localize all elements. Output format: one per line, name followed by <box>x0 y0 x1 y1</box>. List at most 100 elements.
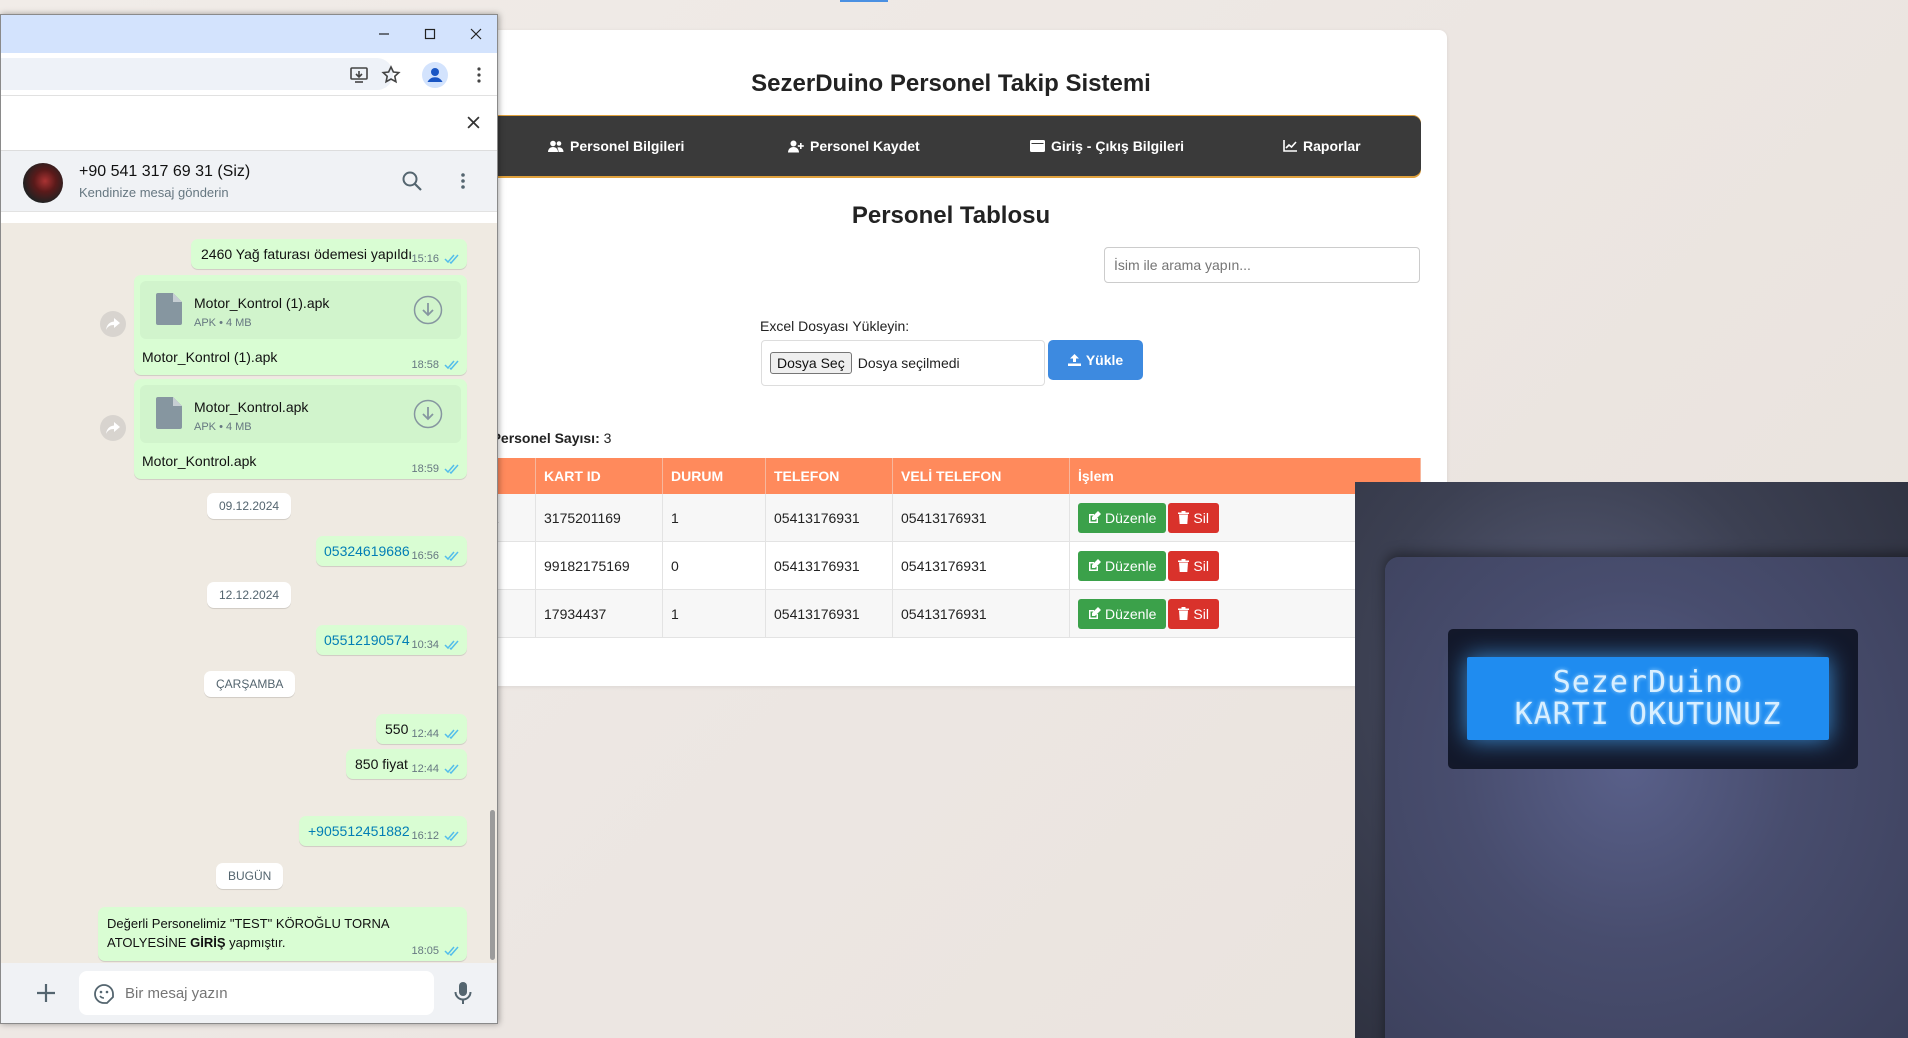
search-icon[interactable] <box>401 170 423 192</box>
close-icon <box>470 28 482 40</box>
edit-icon <box>1089 559 1101 571</box>
attach-plus-icon[interactable] <box>35 982 57 1004</box>
edit-button[interactable]: Düzenle <box>1078 598 1167 629</box>
message-text: Değerli Personelimiz "TEST" KÖROĞLU TORN… <box>107 914 390 952</box>
file-choose-button[interactable]: Dosya Seç <box>770 352 852 374</box>
message-time: 10:34 <box>411 639 439 651</box>
message-bubble[interactable]: Değerli Personelimiz "TEST" KÖROĞLU TORN… <box>98 907 467 961</box>
webcam-overlay: SezerDuino KARTI OKUTUNUZ <box>1355 482 1908 1038</box>
forward-button[interactable] <box>100 415 126 441</box>
nav-personel-kaydet[interactable]: Personel Kaydet <box>788 138 920 154</box>
upload-icon <box>1067 354 1081 366</box>
message-time: 16:12 <box>411 830 439 842</box>
scrollbar[interactable] <box>490 810 495 960</box>
message-time: 18:58 <box>411 359 439 371</box>
file-card[interactable]: Motor_Kontrol.apk APK • 4 MB <box>140 385 461 443</box>
read-ticks-icon <box>444 946 459 956</box>
file-name: Motor_Kontrol.apk <box>194 399 309 415</box>
close-infobar-icon[interactable] <box>467 116 480 129</box>
edit-button[interactable]: Düzenle <box>1078 550 1167 581</box>
lcd-line-1: SezerDuino <box>1552 664 1744 700</box>
file-meta: APK • 4 MB <box>194 421 252 433</box>
message-bubble[interactable]: +905512451882 16:12 <box>299 816 467 846</box>
delete-button[interactable]: Sil <box>1168 598 1219 629</box>
id-card-icon <box>1030 140 1045 152</box>
upload-button[interactable]: Yükle <box>1048 340 1143 380</box>
message-bubble[interactable]: 05324619686 16:56 <box>316 536 467 566</box>
cell-veli-telefon: 05413176931 <box>892 541 1070 590</box>
cell-durum: 0 <box>662 541 766 590</box>
delete-button[interactable]: Sil <box>1168 550 1219 581</box>
avatar[interactable] <box>23 163 63 203</box>
read-ticks-icon <box>444 551 459 561</box>
upload-label: Excel Dosyası Yükleyin: <box>760 318 910 334</box>
nav-label: Personel Kaydet <box>810 138 920 154</box>
file-message-bubble[interactable]: Motor_Kontrol (1).apk APK • 4 MB Motor_K… <box>134 275 467 375</box>
profile-avatar-icon[interactable] <box>422 62 448 88</box>
nav-giris-cikis[interactable]: Giriş - Çıkış Bilgileri <box>1030 138 1184 154</box>
date-separator: BUGÜN <box>216 863 284 889</box>
contact-name[interactable]: +90 541 317 69 31 (Siz) <box>79 163 250 181</box>
edit-label: Düzenle <box>1105 509 1157 526</box>
message-bubble[interactable]: 850 fiyat 12:44 <box>346 749 467 779</box>
message-bubble[interactable]: 2460 Yağ faturası ödemesi yapıldı 15:16 <box>191 239 467 269</box>
bookmark-star-icon[interactable] <box>381 65 401 85</box>
file-meta: APK • 4 MB <box>194 317 252 329</box>
message-line-2-post: yapmıştır. <box>225 935 286 950</box>
cell-veli-telefon: 05413176931 <box>892 589 1070 638</box>
message-line-2-bold: GİRİŞ <box>190 935 226 950</box>
file-card[interactable]: Motor_Kontrol (1).apk APK • 4 MB <box>140 281 461 339</box>
emoji-sticker-icon[interactable] <box>93 983 115 1005</box>
date-separator: 12.12.2024 <box>207 582 292 608</box>
install-app-icon[interactable] <box>349 65 369 85</box>
search-input[interactable] <box>1104 247 1420 283</box>
close-window-button[interactable] <box>463 21 489 47</box>
phone-link[interactable]: 05512190574 <box>324 632 410 648</box>
nav-raporlar[interactable]: Raporlar <box>1283 138 1361 154</box>
edit-icon <box>1089 607 1101 619</box>
nav-label: Raporlar <box>1303 138 1361 154</box>
nav-label: Personel Bilgileri <box>570 138 685 154</box>
forward-button[interactable] <box>100 311 126 337</box>
cell-kart-id: 3175201169 <box>535 494 663 542</box>
message-line-2-pre: ATOLYESİNE <box>107 935 191 950</box>
cell-durum: 1 <box>662 589 766 638</box>
document-icon <box>156 397 182 429</box>
cell-telefon: 05413176931 <box>765 589 893 638</box>
read-ticks-icon <box>444 254 459 264</box>
microphone-icon[interactable] <box>453 981 473 1005</box>
chat-menu-icon[interactable] <box>453 171 473 191</box>
nav-label: Giriş - Çıkış Bilgileri <box>1051 138 1185 154</box>
message-bubble[interactable]: 05512190574 10:34 <box>316 625 467 655</box>
download-icon[interactable] <box>413 399 443 429</box>
cell-kart-id: 99182175169 <box>535 541 663 590</box>
message-text: 2460 Yağ faturası ödemesi yapıldı <box>201 246 413 262</box>
browser-window: +90 541 317 69 31 (Siz) Kendinize mesaj … <box>0 14 498 1024</box>
title-bar <box>1 15 497 53</box>
phone-link[interactable]: +905512451882 <box>308 823 410 839</box>
maximize-button[interactable] <box>417 21 443 47</box>
user-plus-icon <box>788 140 804 152</box>
users-icon <box>548 140 564 152</box>
nav-personel-bilgileri[interactable]: Personel Bilgileri <box>548 138 684 154</box>
chrome-menu-icon[interactable] <box>469 65 489 85</box>
file-input[interactable]: Dosya Seç Dosya seçilmedi <box>761 340 1045 386</box>
lcd-screen: SezerDuino KARTI OKUTUNUZ <box>1467 657 1829 740</box>
read-ticks-icon <box>444 640 459 650</box>
read-ticks-icon <box>444 729 459 739</box>
minimize-button[interactable] <box>371 21 397 47</box>
message-time: 16:56 <box>411 550 439 562</box>
download-icon[interactable] <box>413 295 443 325</box>
message-list: 2460 Yağ faturası ödemesi yapıldı 15:16 … <box>1 223 497 963</box>
col-veli-telefon: VELİ TELEFON <box>892 458 1070 494</box>
message-bubble[interactable]: 550 12:44 <box>376 714 467 744</box>
message-input[interactable] <box>79 971 434 1015</box>
omnibox[interactable] <box>1 58 393 90</box>
nav-bar: Personel Bilgileri Personel Kaydet Giriş… <box>455 116 1421 176</box>
phone-link[interactable]: 05324619686 <box>324 543 410 559</box>
edit-button[interactable]: Düzenle <box>1078 502 1167 533</box>
line-chart-icon <box>1283 140 1297 152</box>
delete-button[interactable]: Sil <box>1168 502 1219 533</box>
table-header-row: ŞİM KART ID DURUM TELEFON VELİ TELEFON İ… <box>455 458 1421 494</box>
file-message-bubble[interactable]: Motor_Kontrol.apk APK • 4 MB Motor_Kontr… <box>134 379 467 479</box>
